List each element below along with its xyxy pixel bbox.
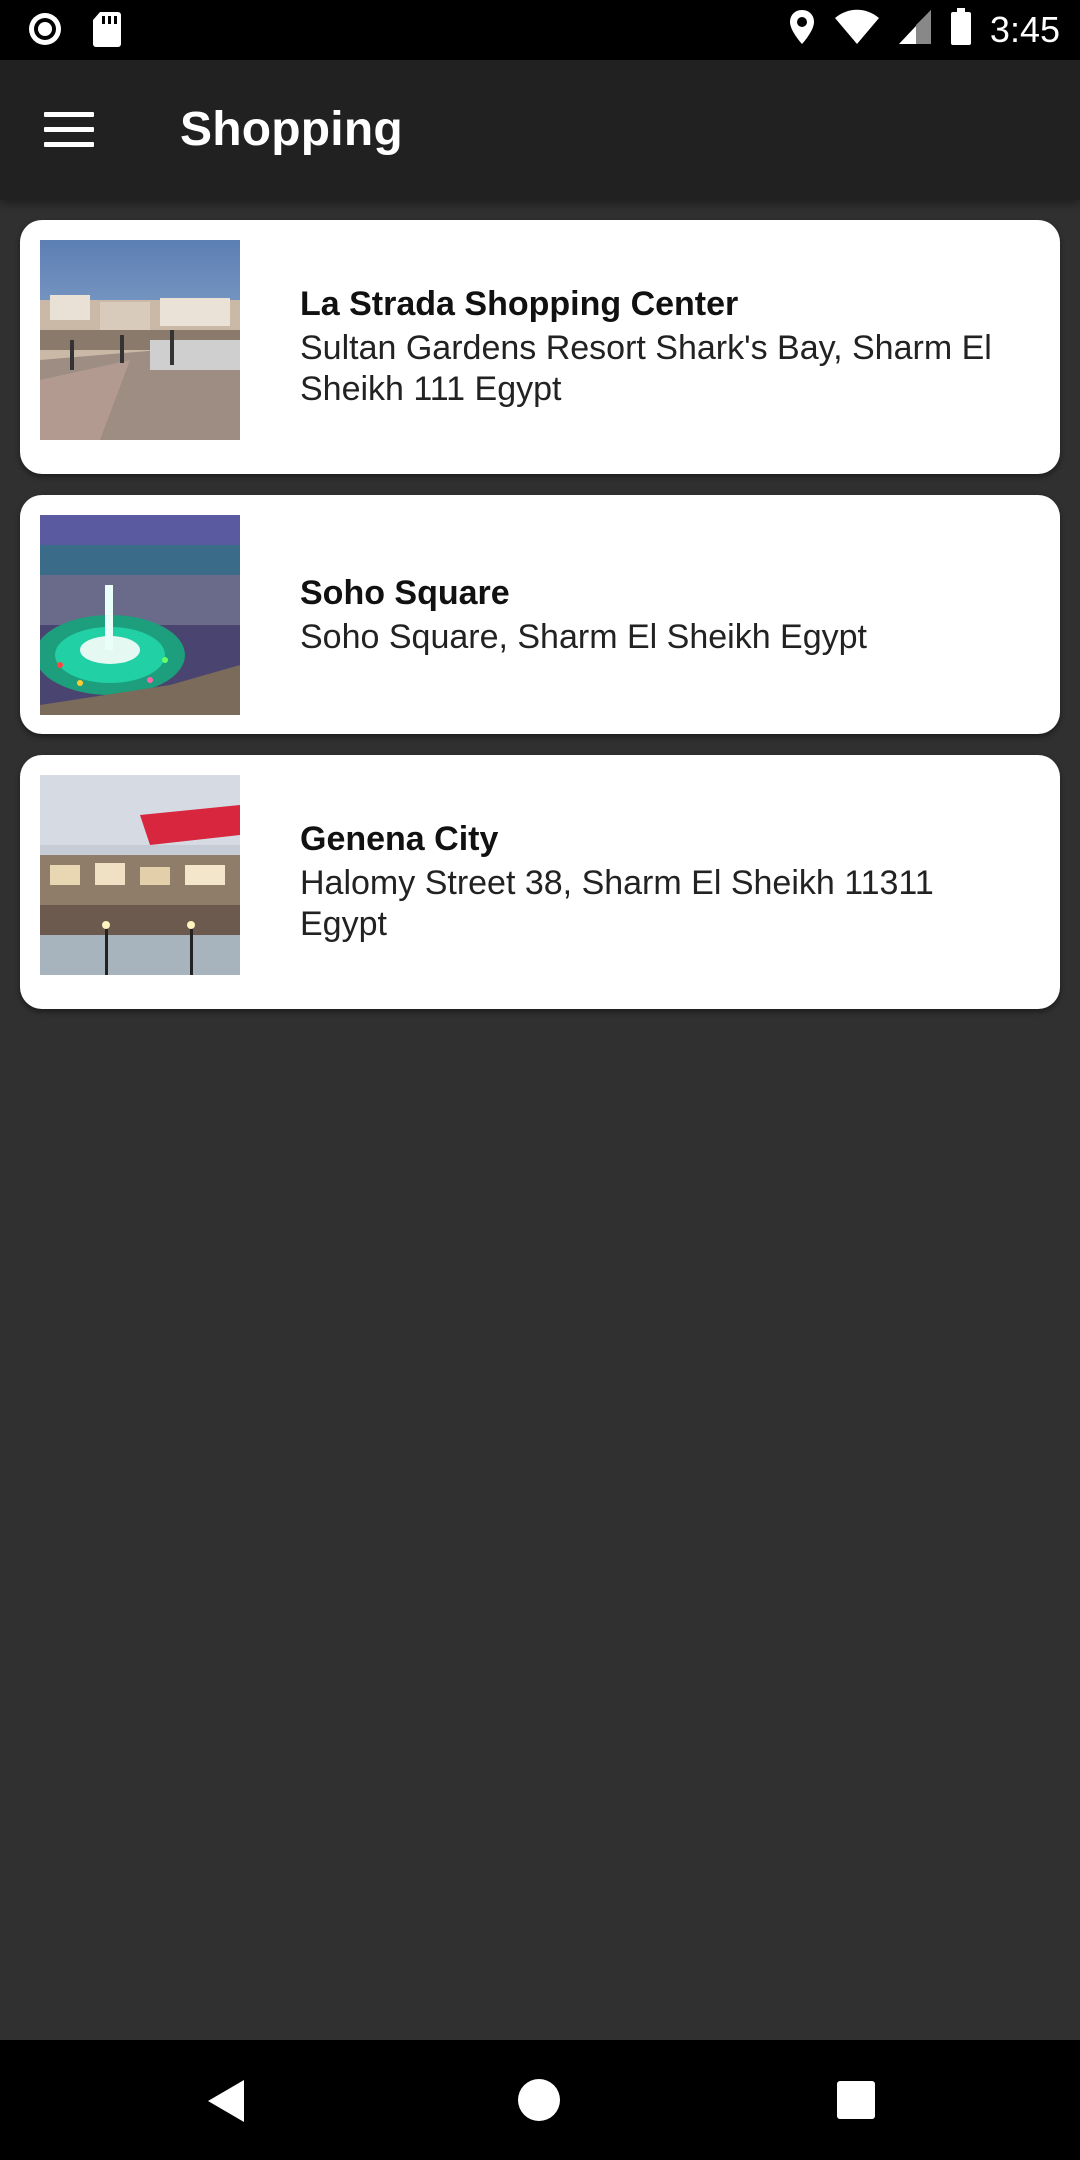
recents-icon[interactable] <box>836 2080 876 2125</box>
hamburger-menu-icon[interactable] <box>44 112 94 148</box>
shopping-mall-photo <box>40 775 240 975</box>
sd-card-icon <box>92 10 122 53</box>
signal-icon <box>898 9 932 50</box>
wifi-icon <box>834 9 880 50</box>
navigation-bar <box>0 2040 1080 2160</box>
place-name: La Strada Shopping Center <box>300 285 739 323</box>
record-icon <box>26 10 64 53</box>
status-bar: 3:45 <box>0 0 1080 60</box>
promenade-photo <box>40 240 240 440</box>
place-address: Soho Square, Sharm El Sheikh Egypt <box>300 618 867 656</box>
place-address: Halomy Street 38, Sharm El Sheikh 11311 … <box>300 864 934 943</box>
list-item[interactable]: La Strada Shopping Center Sultan Gardens… <box>20 220 1060 474</box>
home-icon[interactable] <box>517 2078 561 2127</box>
back-icon[interactable] <box>204 2078 246 2129</box>
battery-icon <box>950 8 972 51</box>
app-bar: Shopping <box>0 60 1080 200</box>
place-address: Sultan Gardens Resort Shark's Bay, Sharm… <box>300 329 992 408</box>
fountain-plaza-photo <box>40 515 240 715</box>
status-time: 3:45 <box>989 8 1060 50</box>
page-title: Shopping <box>180 103 403 156</box>
place-name: Soho Square <box>300 574 510 612</box>
list-item[interactable]: Soho Square Soho Square, Sharm El Sheikh… <box>20 495 1060 734</box>
location-icon <box>788 8 816 51</box>
list-item[interactable]: Genena City Halomy Street 38, Sharm El S… <box>20 755 1060 1009</box>
place-name: Genena City <box>300 820 499 858</box>
